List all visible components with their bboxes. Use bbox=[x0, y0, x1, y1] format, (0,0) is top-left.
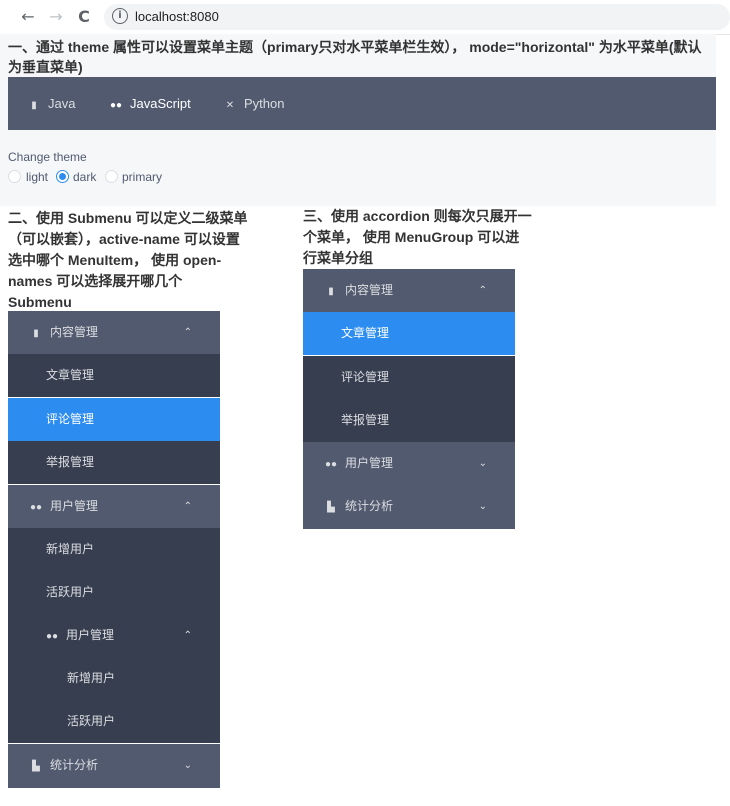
users-icon: ●● bbox=[325, 459, 338, 470]
section2-heading: 二、使用 Submenu 可以定义二级菜单（可以嵌套），active-name … bbox=[8, 210, 248, 310]
menu-item-label: 活跃用户 bbox=[46, 585, 95, 599]
radio-primary[interactable] bbox=[105, 170, 118, 183]
menu-item-comment[interactable]: 评论管理 bbox=[303, 356, 515, 399]
submenu-label: 用户管理 bbox=[66, 628, 115, 642]
menu-item-label: 举报管理 bbox=[46, 455, 95, 469]
horizontal-menu: ▮ Java ●● JavaScript ✕ Python bbox=[8, 77, 716, 130]
users-icon: ●● bbox=[30, 502, 43, 513]
tools-icon: ✕ bbox=[225, 100, 235, 111]
vertical-menu-submenu: ▮ 内容管理 ⌃ 文章管理 评论管理 举报管理 ●● 用户管理 ⌃ 新增用户 活跃用… bbox=[8, 311, 220, 788]
menu-item-article[interactable]: 文章管理 bbox=[303, 312, 515, 355]
forward-button[interactable]: → bbox=[46, 7, 66, 27]
radio-primary-label[interactable]: primary bbox=[122, 169, 162, 185]
chevron-down-icon: ⌄ bbox=[478, 458, 487, 469]
hmenu-item-label: Java bbox=[48, 96, 76, 111]
url-text[interactable]: localhost:8080 bbox=[135, 9, 219, 24]
chevron-up-icon: ⌃ bbox=[183, 501, 192, 512]
section3-heading: 三、使用 accordion 则每次只展开一个菜单， 使用 MenuGroup … bbox=[303, 208, 532, 266]
submenu-label: 统计分析 bbox=[50, 758, 99, 772]
menu-item-add-user[interactable]: 新增用户 bbox=[8, 528, 220, 571]
radio-light-label[interactable]: light bbox=[26, 169, 48, 185]
document-icon: ▮ bbox=[31, 100, 37, 111]
chevron-up-icon: ⌃ bbox=[478, 285, 487, 296]
menu-item-label: 文章管理 bbox=[46, 368, 95, 382]
chevron-down-icon: ⌄ bbox=[478, 501, 487, 512]
menu-item-label: 活跃用户 bbox=[67, 714, 116, 728]
submenu-label: 统计分析 bbox=[345, 499, 394, 513]
menu-item-active-user[interactable]: 活跃用户 bbox=[8, 571, 220, 614]
menu-item-label: 文章管理 bbox=[341, 326, 390, 340]
document-icon: ▮ bbox=[328, 286, 334, 297]
submenu-stats[interactable]: ▙ 统计分析 ⌄ bbox=[303, 485, 515, 529]
menu-item-comment[interactable]: 评论管理 bbox=[8, 398, 220, 441]
menu-item-nested-active-user[interactable]: 活跃用户 bbox=[8, 700, 220, 743]
submenu-content[interactable]: ▮ 内容管理 ⌃ bbox=[303, 269, 515, 312]
reload-button[interactable]: C bbox=[74, 7, 94, 27]
stats-icon: ▙ bbox=[327, 502, 335, 513]
radio-dark[interactable] bbox=[56, 170, 69, 183]
radio-light[interactable] bbox=[8, 170, 21, 183]
radio-dark-label[interactable]: dark bbox=[73, 169, 96, 185]
theme-radio-group: light dark primary bbox=[8, 169, 208, 185]
menu-item-label: 新增用户 bbox=[67, 671, 116, 685]
vertical-menu-accordion: ▮ 内容管理 ⌃ 文章管理 评论管理 举报管理 ●● 用户管理 ⌄ ▙ 统计分析 ⌄ bbox=[303, 269, 515, 529]
submenu-stats[interactable]: ▙ 统计分析 ⌄ bbox=[8, 744, 220, 788]
users-icon: ●● bbox=[110, 100, 123, 111]
users-icon: ●● bbox=[46, 631, 59, 642]
menu-item-report[interactable]: 举报管理 bbox=[8, 441, 220, 484]
menu-item-article[interactable]: 文章管理 bbox=[8, 354, 220, 397]
submenu-label: 内容管理 bbox=[345, 283, 394, 297]
menu-item-label: 评论管理 bbox=[341, 370, 390, 384]
menu-item-nested-add-user[interactable]: 新增用户 bbox=[8, 657, 220, 700]
submenu-content[interactable]: ▮ 内容管理 ⌃ bbox=[8, 311, 220, 354]
hmenu-item-python[interactable]: ✕ Python bbox=[224, 77, 285, 130]
hmenu-item-label: Python bbox=[244, 96, 285, 111]
menu-item-label: 举报管理 bbox=[341, 413, 390, 427]
submenu-users[interactable]: ●● 用户管理 ⌄ bbox=[303, 442, 515, 485]
submenu-users-nested[interactable]: ●● 用户管理 ⌃ bbox=[8, 614, 220, 657]
chevron-down-icon: ⌄ bbox=[183, 760, 192, 771]
menu-item-label: 评论管理 bbox=[46, 412, 95, 426]
stats-icon: ▙ bbox=[32, 761, 40, 772]
change-theme-label: Change theme bbox=[8, 150, 87, 164]
submenu-label: 用户管理 bbox=[50, 499, 99, 513]
info-icon[interactable]: i bbox=[112, 8, 128, 24]
hmenu-item-label: JavaScript bbox=[130, 96, 191, 111]
hmenu-item-javascript[interactable]: ●● JavaScript bbox=[110, 77, 191, 130]
menu-item-label: 新增用户 bbox=[46, 542, 95, 556]
section1-heading: 一、通过 theme 属性可以设置菜单主题（primary只对水平菜单栏生效），… bbox=[8, 39, 702, 75]
submenu-users[interactable]: ●● 用户管理 ⌃ bbox=[8, 485, 220, 528]
menu-item-report[interactable]: 举报管理 bbox=[303, 399, 515, 442]
chevron-up-icon: ⌃ bbox=[183, 630, 192, 641]
back-button[interactable]: ← bbox=[18, 7, 38, 27]
document-icon: ▮ bbox=[33, 328, 39, 339]
hmenu-item-java[interactable]: ▮ Java bbox=[28, 77, 75, 130]
chevron-up-icon: ⌃ bbox=[183, 327, 192, 338]
submenu-label: 内容管理 bbox=[50, 325, 99, 339]
submenu-label: 用户管理 bbox=[345, 456, 394, 470]
